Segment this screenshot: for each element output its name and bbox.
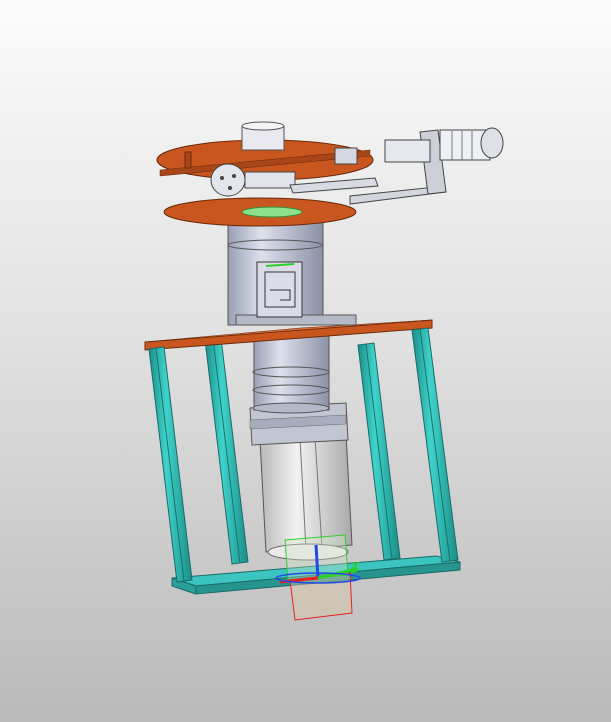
column-front-right[interactable] bbox=[411, 327, 459, 563]
gear-reducer[interactable] bbox=[252, 334, 330, 414]
column-back-left[interactable] bbox=[204, 337, 249, 565]
top-cylinder[interactable] bbox=[241, 121, 285, 151]
y-axis-label: Y bbox=[351, 561, 360, 572]
side-motor[interactable] bbox=[210, 163, 246, 197]
actuator-cylinder[interactable] bbox=[384, 127, 504, 163]
lower-rotary-plate[interactable] bbox=[163, 197, 357, 227]
connector-box[interactable] bbox=[256, 261, 303, 318]
column-front-left[interactable] bbox=[148, 346, 193, 583]
3d-viewport[interactable]: Y bbox=[0, 0, 611, 722]
column-back-right[interactable] bbox=[357, 342, 401, 561]
cad-model-canvas[interactable]: Y bbox=[0, 0, 611, 722]
